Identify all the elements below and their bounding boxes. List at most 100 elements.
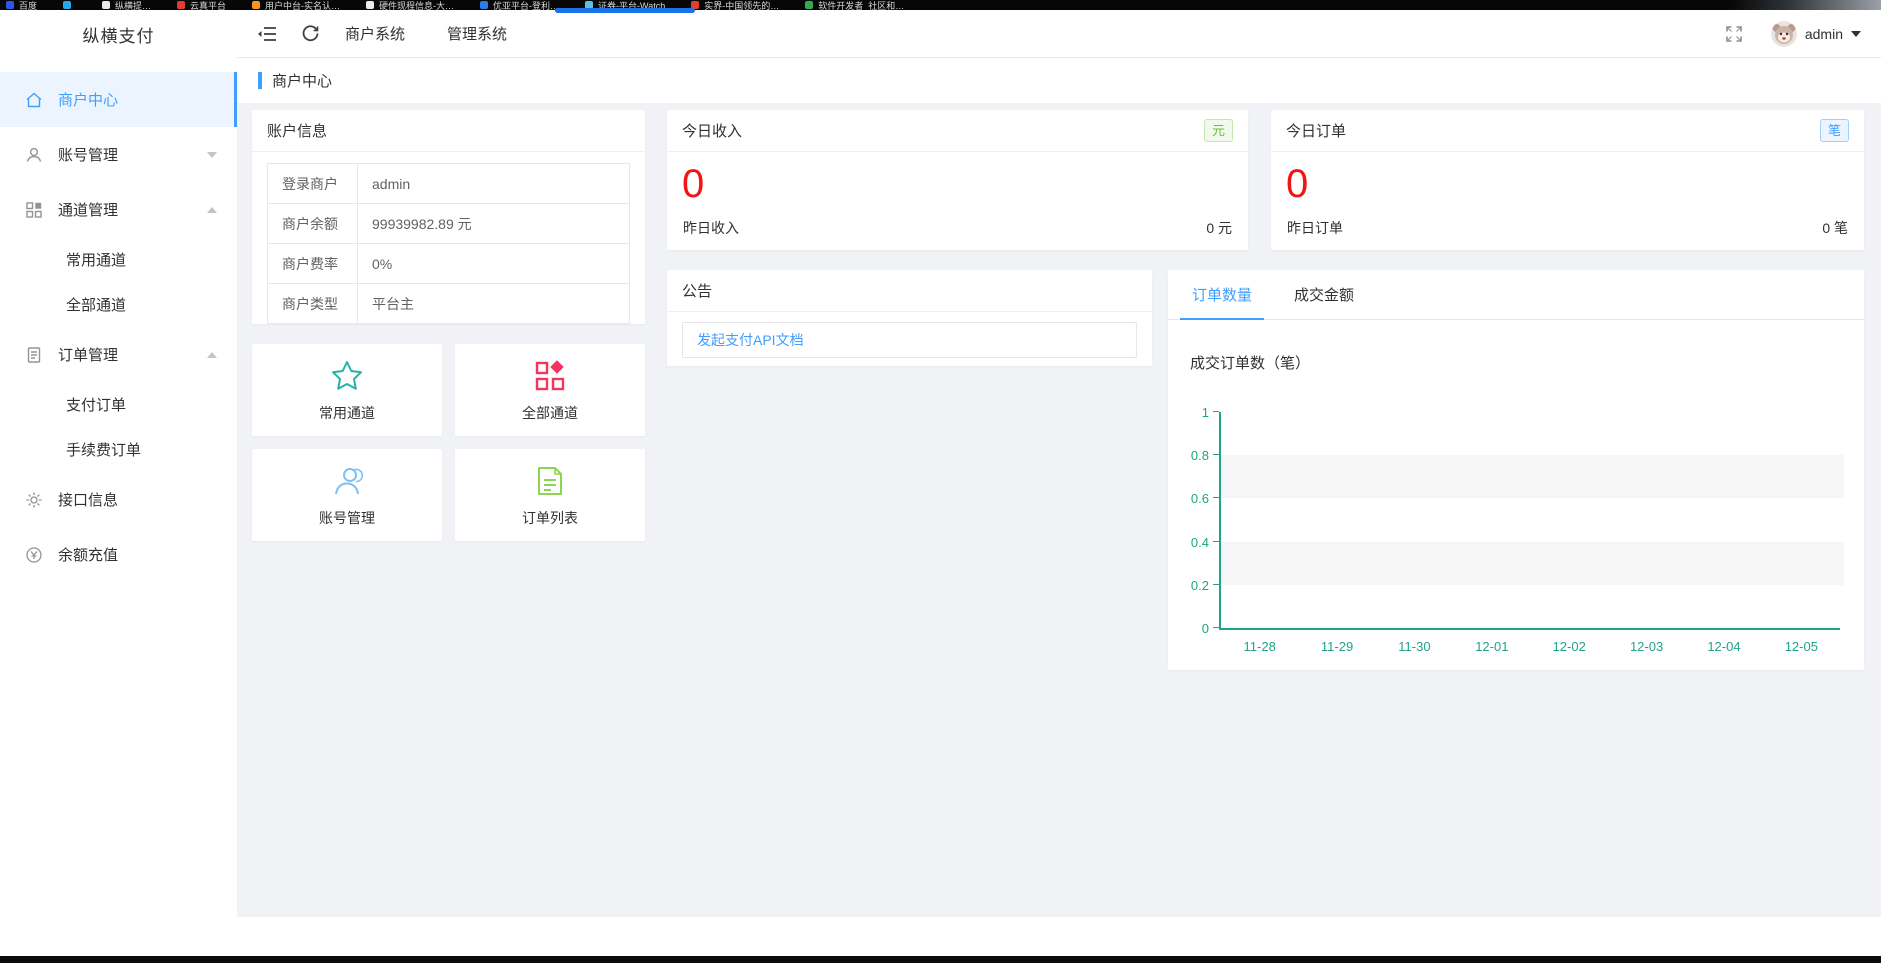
table-cell-value: admin (358, 164, 630, 204)
refresh-icon[interactable] (301, 24, 321, 44)
user-icon (25, 146, 43, 164)
x-axis-tick-label: 12-04 (1707, 639, 1740, 654)
table-row: 商户余额 99939982.89 元 (268, 204, 630, 244)
dashboard-content: 账户信息 登录商户 admin 商户余额 99939982.89 元 (237, 103, 1881, 917)
bookmark-item[interactable]: 优亚平台-登利… (480, 0, 559, 10)
header: 商户系统 管理系统 admin (237, 10, 1881, 58)
sidebar-item-label: 余额充值 (58, 544, 118, 565)
sidebar-subitem-all-channels[interactable]: 全部通道 (0, 282, 237, 327)
chart-title: 成交订单数（笔） (1190, 352, 1310, 373)
sidebar-item-merchant-center[interactable]: 商户中心 (0, 72, 237, 127)
api-doc-link[interactable]: 发起支付API文档 (697, 330, 804, 350)
shortcut-all-channels[interactable]: 全部通道 (455, 344, 645, 436)
sidebar-item-account-management[interactable]: 账号管理 (0, 127, 237, 182)
sidebar-subitem-common-channels[interactable]: 常用通道 (0, 237, 237, 282)
line-chart: 00.20.40.60.8111-2811-2911-3012-0112-021… (1219, 412, 1840, 630)
tab-order-count[interactable]: 订单数量 (1180, 270, 1264, 319)
table-cell-label: 登录商户 (268, 164, 358, 204)
shortcut-common-channels[interactable]: 常用通道 (252, 344, 442, 436)
y-axis-tick-label: 0.2 (1175, 578, 1209, 593)
sidebar-subitem-label: 常用通道 (66, 249, 126, 270)
collapse-menu-icon[interactable] (257, 24, 277, 44)
shortcut-label: 订单列表 (522, 508, 578, 528)
card-title: 今日收入 (682, 120, 742, 141)
favicon (480, 1, 488, 9)
sidebar-subitem-label: 手续费订单 (66, 439, 141, 460)
grid-icon (25, 201, 43, 219)
table-cell-value: 0% (358, 244, 630, 284)
favicon (252, 1, 260, 9)
bookmark-item[interactable] (63, 0, 76, 10)
home-icon (25, 91, 43, 109)
shortcut-order-list[interactable]: 订单列表 (455, 449, 645, 541)
today-income-value: 0 (667, 152, 1248, 206)
browser-active-tab-indicator (555, 8, 695, 13)
table-cell-label: 商户费率 (268, 244, 358, 284)
favicon (366, 1, 374, 9)
unit-badge-bi: 笔 (1820, 119, 1849, 142)
table-row: 登录商户 admin (268, 164, 630, 204)
x-axis-tick-label: 11-28 (1244, 639, 1276, 654)
table-cell-value: 平台主 (358, 284, 630, 324)
shortcut-label: 全部通道 (522, 403, 578, 423)
sidebar-item-label: 商户中心 (58, 89, 118, 110)
tab-merchant-system[interactable]: 商户系统 (345, 23, 405, 44)
x-axis-tick-label: 12-02 (1553, 639, 1586, 654)
x-axis-tick-label: 12-01 (1475, 639, 1508, 654)
bookmark-label: 软件开发者_社区和… (818, 0, 904, 10)
users-icon (329, 463, 365, 499)
sidebar-subitem-label: 支付订单 (66, 394, 126, 415)
fullscreen-icon[interactable] (1725, 25, 1743, 43)
favicon (6, 1, 14, 9)
bookmark-label: 实界-中国领先的… (704, 0, 779, 10)
bookmark-item[interactable]: 云真平台 (177, 0, 226, 10)
bookmark-item[interactable]: 硬件现程信息-大… (366, 0, 454, 10)
app-logo: 纵横支付 (0, 10, 237, 58)
notice-item: 发起支付API文档 (682, 322, 1137, 358)
coin-icon (25, 546, 43, 564)
main-area: 商户系统 管理系统 admin 商户中心 (237, 10, 1881, 956)
bookmark-item[interactable]: 实界-中国领先的… (691, 0, 779, 10)
app-window: 纵横支付 商户中心 账号管理 (0, 10, 1881, 956)
tab-deal-amount[interactable]: 成交金额 (1282, 270, 1366, 319)
breadcrumb-marker (258, 72, 262, 89)
y-axis-tick-label: 0.8 (1175, 448, 1209, 463)
tab-admin-system[interactable]: 管理系统 (447, 23, 507, 44)
card-title: 账户信息 (252, 110, 645, 152)
y-axis-tick-mark (1213, 584, 1219, 585)
sidebar-subitem-payment-orders[interactable]: 支付订单 (0, 382, 237, 427)
sidebar-item-label: 订单管理 (58, 344, 118, 365)
orders-chart-card: 订单数量 成交金额 成交订单数（笔） 00.20.40.60.8111-2811… (1168, 270, 1864, 670)
sidebar-item-order-management[interactable]: 订单管理 (0, 327, 237, 382)
y-axis-tick-mark (1213, 627, 1219, 628)
table-cell-label: 商户余额 (268, 204, 358, 244)
bookmark-item[interactable]: 软件开发者_社区和… (805, 0, 904, 10)
bookmark-item[interactable]: 纵横提… (102, 0, 151, 10)
shortcut-account-management[interactable]: 账号管理 (252, 449, 442, 541)
favicon (102, 1, 110, 9)
sidebar-item-label: 接口信息 (58, 489, 118, 510)
bookmark-item[interactable]: 用户中台-实名认… (252, 0, 340, 10)
sidebar-item-api-info[interactable]: 接口信息 (0, 472, 237, 527)
user-menu[interactable]: admin (1771, 21, 1861, 47)
y-axis-tick-mark (1213, 541, 1219, 542)
y-axis-tick-label: 1 (1175, 405, 1209, 420)
chevron-up-icon (207, 207, 217, 213)
breadcrumb: 商户中心 (237, 58, 1881, 103)
sidebar-subitem-label: 全部通道 (66, 294, 126, 315)
sidebar-item-balance-recharge[interactable]: 余额充值 (0, 527, 237, 582)
sidebar-subitem-fee-orders[interactable]: 手续费订单 (0, 427, 237, 472)
bookmark-item[interactable]: 百度 (6, 0, 37, 10)
y-axis-tick-label: 0.6 (1175, 491, 1209, 506)
table-cell-value: 99939982.89 元 (358, 204, 630, 244)
yesterday-orders-value: 0 笔 (1822, 218, 1848, 238)
chevron-down-icon (207, 152, 217, 158)
browser-bookmarks-bar: 百度纵横提…云真平台用户中台-实名认…硬件现程信息-大…优亚平台-登利…证券-平… (0, 0, 1881, 10)
sidebar-item-channel-management[interactable]: 通道管理 (0, 182, 237, 237)
shortcut-label: 账号管理 (319, 508, 375, 528)
unit-badge-yuan: 元 (1204, 119, 1233, 142)
username: admin (1805, 26, 1843, 42)
breadcrumb-label: 商户中心 (272, 70, 332, 91)
account-info-card: 账户信息 登录商户 admin 商户余额 99939982.89 元 (252, 110, 645, 324)
chevron-up-icon (207, 352, 217, 358)
